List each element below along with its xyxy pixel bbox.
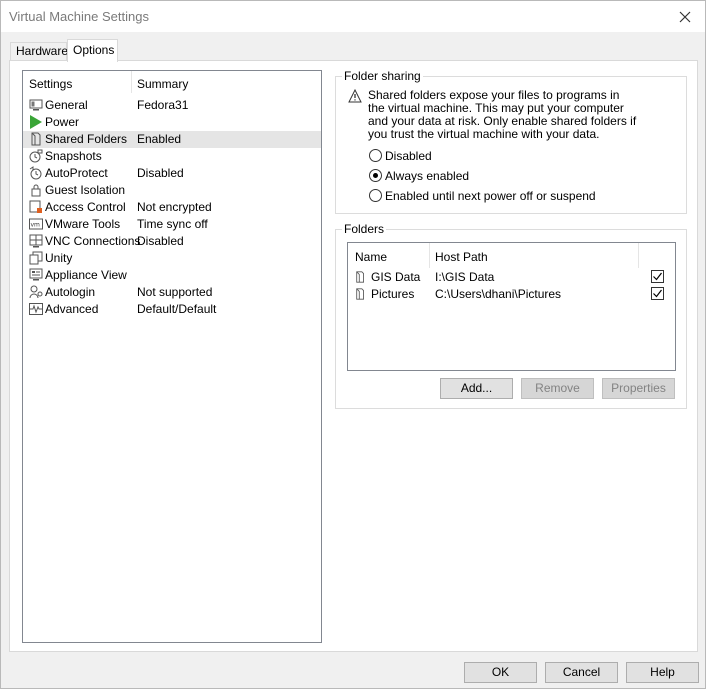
autoprotect-icon: [29, 166, 43, 180]
shared-folder-icon: [355, 287, 367, 301]
settings-item-snapshots[interactable]: Snapshots: [23, 148, 321, 165]
cancel-button[interactable]: Cancel: [545, 662, 618, 683]
access-control-icon: [29, 200, 43, 214]
shared-folder-icon: [355, 270, 367, 284]
tab-hardware[interactable]: Hardware: [10, 42, 68, 61]
unity-icon: [29, 251, 43, 265]
close-button[interactable]: [665, 1, 705, 32]
radio-label: Disabled: [385, 149, 432, 163]
settings-item-summary: Fedora31: [137, 98, 189, 112]
tab-options[interactable]: Options: [67, 39, 118, 62]
appliance-view-icon: [29, 268, 43, 282]
folder-host-path: C:\Users\dhani\Pictures: [435, 287, 562, 301]
shared-folders-icon: [29, 132, 43, 146]
settings-item-vmware-tools[interactable]: vm VMware Tools Time sync off: [23, 216, 321, 233]
settings-item-autologin[interactable]: Autologin Not supported: [23, 284, 321, 301]
host-path-column-header[interactable]: Host Path: [435, 250, 488, 264]
folder-enabled-checkbox[interactable]: [651, 287, 664, 300]
settings-item-label: VNC Connections: [45, 234, 141, 248]
settings-item-access-control[interactable]: Access Control Not encrypted: [23, 199, 321, 216]
lock-icon: [29, 183, 43, 197]
folder-properties-button[interactable]: Properties: [602, 378, 675, 399]
warning-icon: [348, 88, 362, 103]
close-icon: [679, 11, 691, 22]
settings-list[interactable]: Settings Summary General Fedora31 Power: [22, 70, 322, 643]
ok-button[interactable]: OK: [464, 662, 537, 683]
radio-label: Always enabled: [385, 169, 470, 183]
power-play-icon: [29, 115, 43, 129]
column-separator: [131, 71, 132, 93]
name-column-header[interactable]: Name: [355, 250, 387, 264]
options-tab-panel: Settings Summary General Fedora31 Power: [9, 60, 698, 652]
remove-folder-button[interactable]: Remove: [521, 378, 594, 399]
settings-item-label: Shared Folders: [45, 132, 128, 146]
settings-column-header[interactable]: Settings: [29, 77, 72, 91]
settings-item-label: Access Control: [45, 200, 126, 214]
summary-column-header[interactable]: Summary: [137, 77, 188, 91]
settings-item-summary: Disabled: [137, 234, 184, 248]
add-folder-button[interactable]: Add...: [440, 378, 513, 399]
vnc-icon: [29, 234, 43, 248]
folder-host-path: I:\GIS Data: [435, 270, 495, 284]
settings-item-summary: Disabled: [137, 166, 184, 180]
settings-item-label: Unity: [45, 251, 73, 265]
column-separator: [429, 243, 430, 268]
folder-enabled-checkbox[interactable]: [651, 270, 664, 283]
folder-name: GIS Data: [371, 270, 421, 284]
settings-list-header: Settings Summary: [23, 71, 321, 96]
title-bar: Virtual Machine Settings: [1, 1, 705, 32]
folders-table[interactable]: Name Host Path GIS Data I:\GIS Data Pict…: [347, 242, 676, 371]
settings-item-autoprotect[interactable]: AutoProtect Disabled: [23, 165, 321, 182]
settings-item-label: Guest Isolation: [45, 183, 126, 197]
autologin-icon: [29, 285, 43, 299]
folder-name: Pictures: [371, 287, 415, 301]
table-row[interactable]: GIS Data I:\GIS Data: [348, 269, 675, 286]
settings-item-label: VMware Tools: [45, 217, 121, 231]
settings-item-summary: Time sync off: [137, 217, 208, 231]
settings-item-appliance-view[interactable]: Appliance View: [23, 267, 321, 284]
radio-button[interactable]: [369, 149, 382, 162]
settings-item-label: Snapshots: [45, 149, 102, 163]
settings-item-summary: Not supported: [137, 285, 213, 299]
folder-sharing-group: Folder sharing Shared folders expose you…: [335, 69, 687, 214]
settings-item-label: General: [45, 98, 88, 112]
settings-item-summary: Default/Default: [137, 302, 217, 316]
settings-item-label: Autologin: [45, 285, 96, 299]
settings-item-label: Power: [45, 115, 80, 129]
settings-item-general[interactable]: General Fedora31: [23, 97, 321, 114]
svg-text:vm: vm: [31, 222, 41, 229]
radio-button[interactable]: [369, 169, 382, 182]
folders-group: Folders Name Host Path GIS Data I:\GIS D…: [335, 222, 687, 409]
settings-item-unity[interactable]: Unity: [23, 250, 321, 267]
settings-item-guest-isolation[interactable]: Guest Isolation: [23, 182, 321, 199]
settings-item-shared-folders[interactable]: Shared Folders Enabled: [23, 131, 321, 148]
general-icon: [29, 98, 43, 112]
folders-title: Folders: [342, 222, 387, 236]
vmware-tools-icon: vm: [29, 217, 43, 231]
radio-button[interactable]: [369, 189, 382, 202]
folder-sharing-title: Folder sharing: [342, 69, 423, 83]
settings-item-label: Appliance View: [45, 268, 127, 282]
table-row[interactable]: Pictures C:\Users\dhani\Pictures: [348, 286, 675, 303]
settings-item-label: Advanced: [45, 302, 99, 316]
help-button[interactable]: Help: [626, 662, 699, 683]
advanced-icon: [29, 302, 43, 316]
vm-settings-window: Virtual Machine Settings Hardware Option…: [0, 0, 706, 689]
settings-item-advanced[interactable]: Advanced Default/Default: [23, 301, 321, 318]
settings-item-power[interactable]: Power: [23, 114, 321, 131]
settings-item-label: AutoProtect: [45, 166, 108, 180]
window-title: Virtual Machine Settings: [9, 9, 149, 24]
settings-item-summary: Not encrypted: [137, 200, 212, 214]
snapshots-icon: [29, 149, 43, 163]
settings-item-vnc-connections[interactable]: VNC Connections Disabled: [23, 233, 321, 250]
folder-sharing-warning: Shared folders expose your files to prog…: [368, 88, 637, 141]
radio-label: Enabled until next power off or suspend: [385, 189, 596, 203]
settings-item-summary: Enabled: [137, 132, 182, 146]
column-separator: [638, 243, 639, 268]
